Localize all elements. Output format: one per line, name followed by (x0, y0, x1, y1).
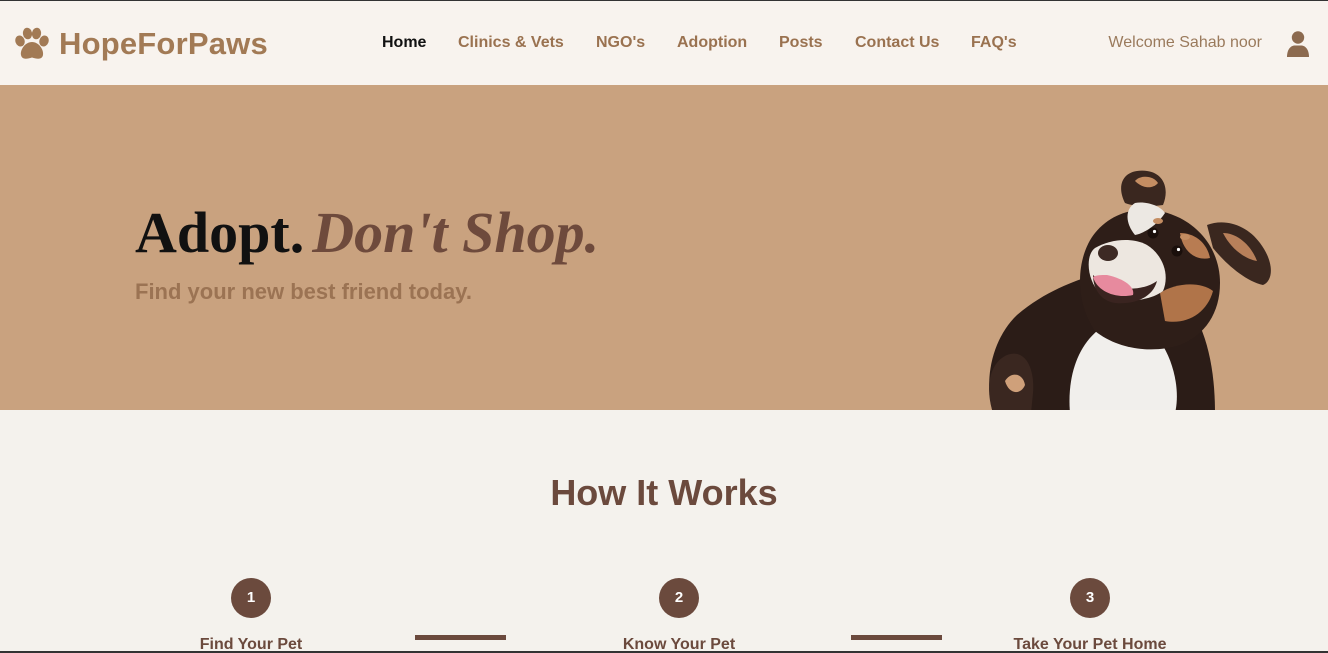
nav-link-posts[interactable]: Posts (779, 32, 823, 54)
user-icon[interactable] (1286, 30, 1310, 57)
navbar: HopeForPaws Home Clinics & Vets NGO's Ad… (0, 0, 1328, 85)
dog-photo (989, 170, 1271, 410)
hero-banner: Adopt. Don't Shop. Find your new best fri… (0, 85, 1328, 410)
how-it-works-title: How It Works (550, 472, 778, 513)
nav-link-home[interactable]: Home (382, 32, 426, 54)
nav-link-ngos[interactable]: NGO's (596, 32, 645, 54)
hero-title-adopt: Adopt. (135, 200, 305, 265)
hero-subtitle: Find your new best friend today. (135, 279, 472, 304)
nav-link-contact-us[interactable]: Contact Us (855, 32, 939, 54)
nav-link-adoption[interactable]: Adoption (677, 32, 747, 54)
step-know-your-pet: 2 Know Your Pet (579, 578, 779, 653)
nav-link-faqs[interactable]: FAQ's (971, 32, 1017, 54)
step-connector (851, 635, 942, 640)
hero-title: Adopt. Don't Shop. (135, 200, 599, 266)
nav-link-clinics-vets[interactable]: Clinics & Vets (458, 32, 564, 54)
step-find-your-pet: 1 Find Your Pet (151, 578, 351, 653)
welcome-text: Welcome Sahab noor (1108, 34, 1262, 51)
step-connector (415, 635, 506, 640)
step-number-3: 3 (1070, 578, 1110, 618)
hero-title-dont-shop: Don't Shop. (312, 200, 600, 265)
step-number-1: 1 (231, 578, 271, 618)
step-take-your-pet-home: 3 Take Your Pet Home (990, 578, 1190, 653)
step-number-2: 2 (659, 578, 699, 618)
